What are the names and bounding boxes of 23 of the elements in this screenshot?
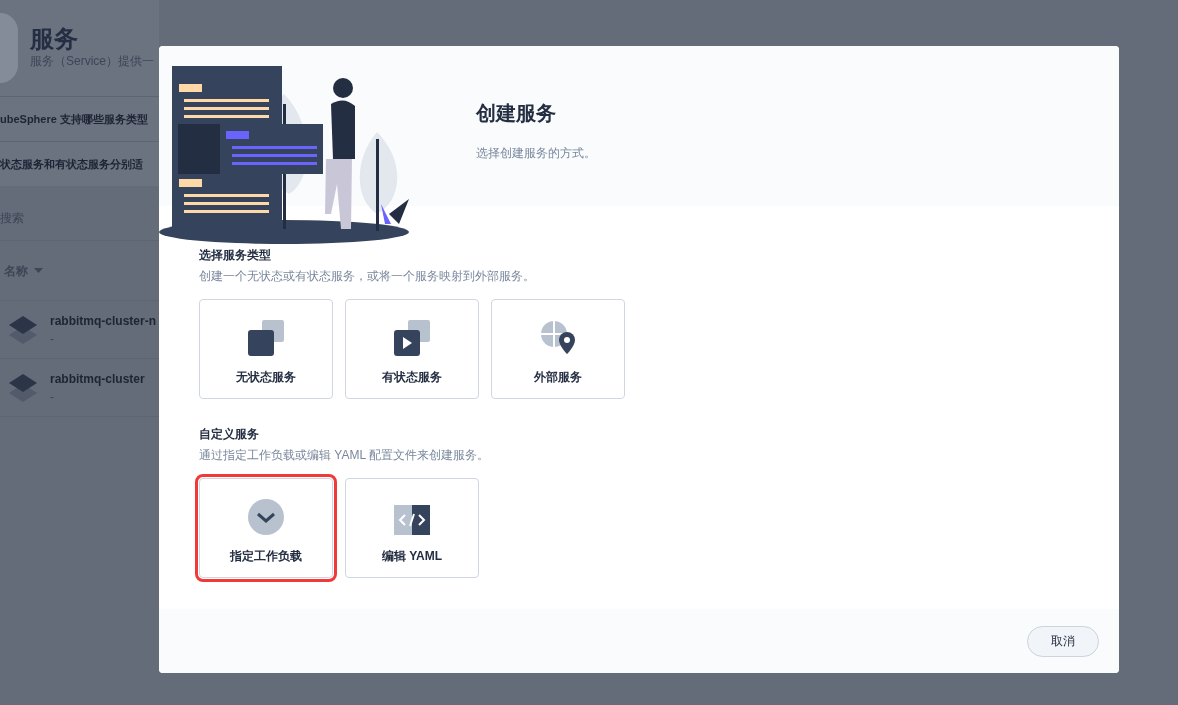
- option-card[interactable]: 无状态服务: [199, 299, 333, 399]
- layers-icon: [8, 315, 38, 344]
- check-circle-icon: [248, 499, 284, 535]
- sort-caret-icon: [34, 267, 43, 274]
- option-card[interactable]: 外部服务: [491, 299, 625, 399]
- section-title: 选择服务类型: [199, 247, 272, 264]
- page-title: 服务: [30, 25, 79, 53]
- section-title: 自定义服务: [199, 426, 260, 443]
- layers-icon: [8, 373, 38, 402]
- section-description: 通过指定工作负载或编辑 YAML 配置文件来创建服务。: [199, 447, 490, 464]
- logo-shape: [0, 13, 18, 83]
- option-card[interactable]: 编辑 YAML: [345, 478, 479, 578]
- section-description: 创建一个无状态或有状态服务，或将一个服务映射到外部服务。: [199, 268, 536, 285]
- code-window-icon: [394, 505, 430, 535]
- service-description: -: [50, 330, 55, 348]
- play-square-icon: [394, 320, 430, 356]
- globe-pin-icon: [540, 320, 576, 356]
- option-card[interactable]: 有状态服务: [345, 299, 479, 399]
- dialog-title: 创建服务: [476, 101, 557, 126]
- cancel-button[interactable]: 取消: [1027, 625, 1099, 657]
- service-description: -: [50, 388, 55, 406]
- dialog-subtitle: 选择创建服务的方式。: [476, 145, 597, 162]
- stacked-squares-icon: [248, 320, 284, 356]
